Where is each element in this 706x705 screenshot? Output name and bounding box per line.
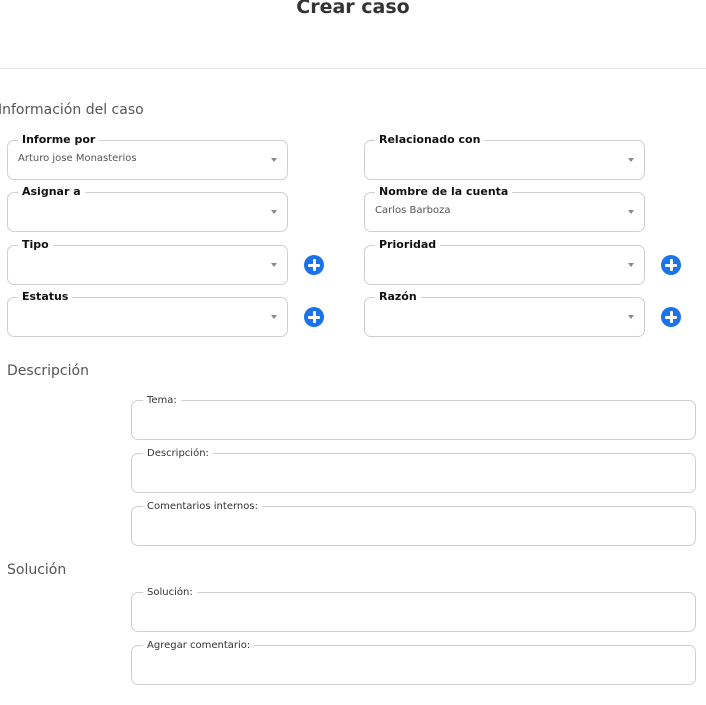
- nombre-cuenta-value: Carlos Barboza: [375, 205, 451, 216]
- agregar-comentario-label: Agregar comentario:: [143, 638, 255, 654]
- nombre-cuenta-label: Nombre de la cuenta: [375, 184, 513, 200]
- estatus-select[interactable]: Estatus: [7, 289, 288, 337]
- prioridad-select[interactable]: Prioridad: [364, 237, 645, 285]
- asignar-a-select[interactable]: Asignar a: [7, 184, 288, 232]
- tipo-label: Tipo: [18, 237, 53, 253]
- add-razon-plus-icon[interactable]: [661, 307, 681, 327]
- add-estatus-plus-icon[interactable]: [304, 307, 324, 327]
- asignar-a-label: Asignar a: [18, 184, 85, 200]
- solucion-label: Solución:: [143, 585, 197, 601]
- chevron-down-icon[interactable]: [271, 210, 277, 214]
- comentarios-internos-input[interactable]: Comentarios internos:: [131, 499, 696, 546]
- descripcion-input[interactable]: Descripción:: [131, 446, 696, 493]
- informe-por-select[interactable]: Informe por Arturo jose Monasterios: [7, 132, 288, 180]
- chevron-down-icon[interactable]: [628, 315, 634, 319]
- tema-label: Tema:: [143, 393, 181, 409]
- nombre-cuenta-select[interactable]: Nombre de la cuenta Carlos Barboza: [364, 184, 645, 232]
- relacionado-con-select[interactable]: Relacionado con: [364, 132, 645, 180]
- solucion-input[interactable]: Solución:: [131, 585, 696, 632]
- relacionado-con-label: Relacionado con: [375, 132, 485, 148]
- chevron-down-icon[interactable]: [271, 315, 277, 319]
- comentarios-internos-label: Comentarios internos:: [143, 499, 262, 515]
- agregar-comentario-input[interactable]: Agregar comentario:: [131, 638, 696, 685]
- prioridad-label: Prioridad: [375, 237, 441, 253]
- razon-label: Razón: [375, 289, 421, 305]
- chevron-down-icon[interactable]: [271, 263, 277, 267]
- estatus-label: Estatus: [18, 289, 73, 305]
- razon-select[interactable]: Razón: [364, 289, 645, 337]
- chevron-down-icon[interactable]: [271, 158, 277, 162]
- chevron-down-icon[interactable]: [628, 210, 634, 214]
- informe-por-label: Informe por: [18, 132, 100, 148]
- chevron-down-icon[interactable]: [628, 158, 634, 162]
- descripcion-label: Descripción:: [143, 446, 213, 462]
- add-prioridad-plus-icon[interactable]: [661, 255, 681, 275]
- section-solution-heading: Solución: [7, 562, 67, 578]
- add-tipo-plus-icon[interactable]: [304, 255, 324, 275]
- chevron-down-icon[interactable]: [628, 263, 634, 267]
- tema-input[interactable]: Tema:: [131, 393, 696, 440]
- section-description-heading: Descripción: [7, 363, 89, 379]
- tipo-select[interactable]: Tipo: [7, 237, 288, 285]
- page-title: Crear caso: [296, 0, 410, 18]
- informe-por-value: Arturo jose Monasterios: [18, 153, 137, 164]
- header-divider: [0, 68, 706, 69]
- section-case-info-heading: Información del caso: [0, 102, 144, 118]
